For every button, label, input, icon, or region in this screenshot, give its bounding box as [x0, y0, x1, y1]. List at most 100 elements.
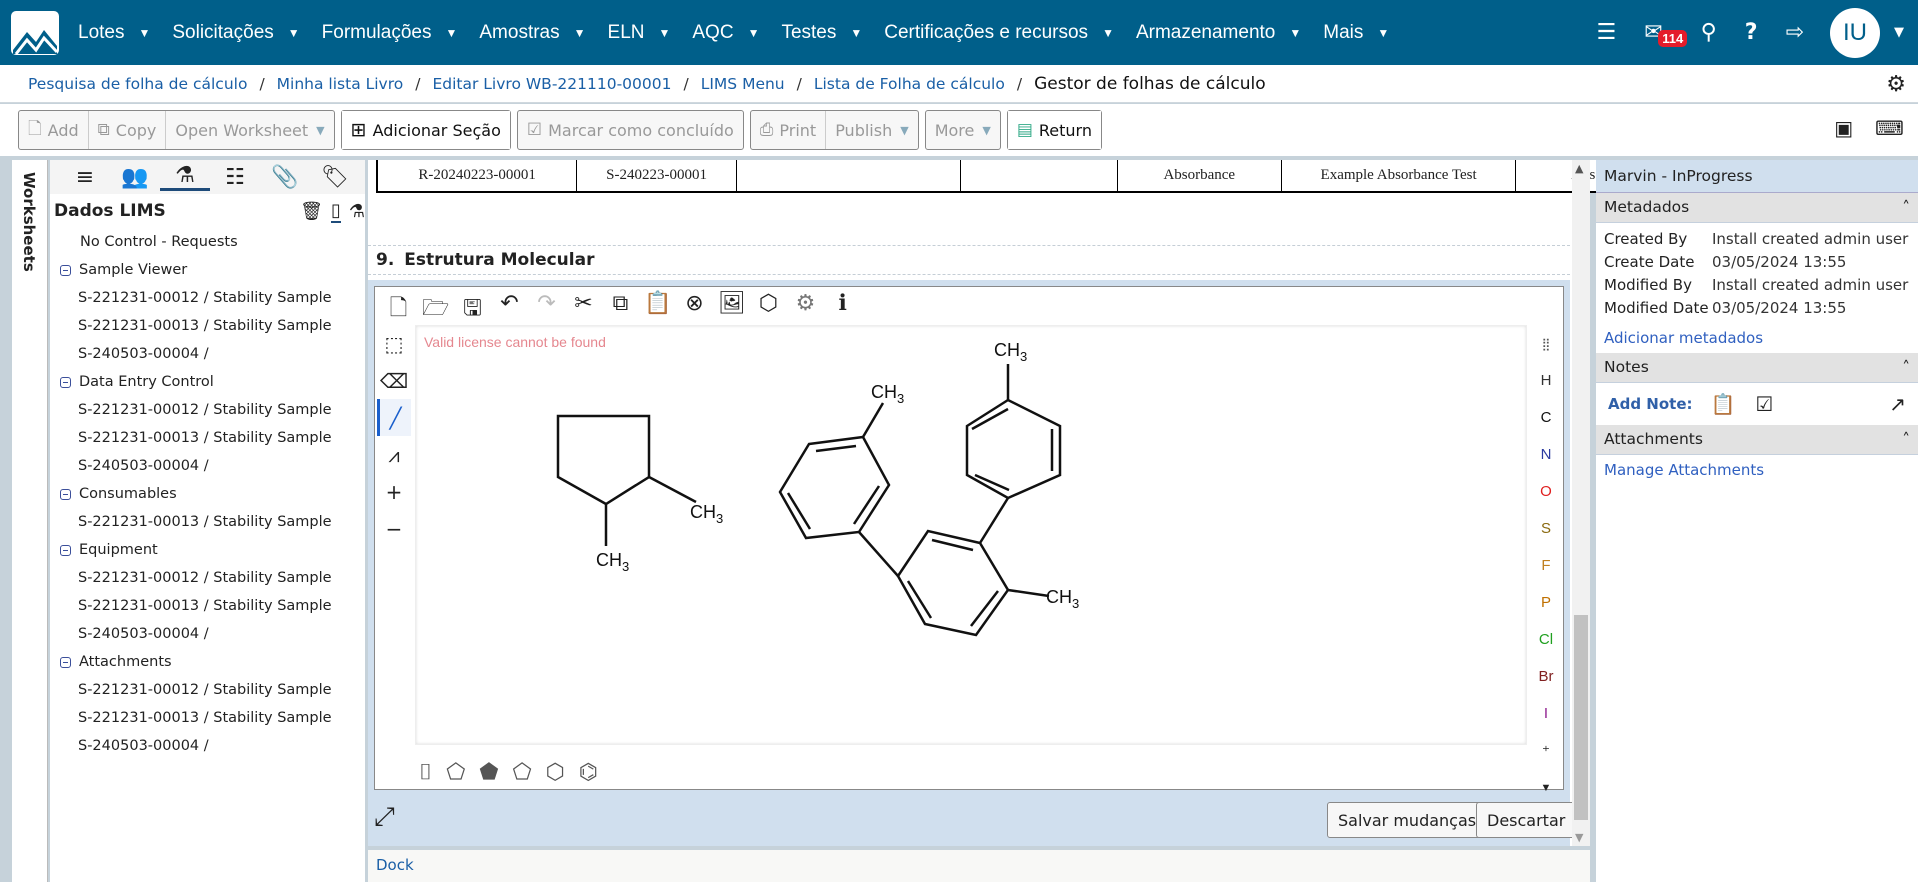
tree-group[interactable]: Sample Viewer [50, 256, 365, 284]
bracket-template-icon[interactable]: ⌷ [419, 760, 432, 785]
element-p-button[interactable]: P [1541, 584, 1551, 621]
tree-group[interactable]: Consumables [50, 480, 365, 508]
search-icon[interactable]: ⚲ [1701, 20, 1717, 45]
discard-button[interactable]: Descartar [1476, 802, 1577, 838]
eraser-icon[interactable]: ⌫ [377, 362, 411, 399]
tree-item[interactable]: S-240503-00004 / [50, 732, 365, 760]
cyclohexane-template-icon[interactable]: ⬡ [546, 760, 565, 785]
worksheets-side-tab[interactable]: Worksheets [12, 160, 48, 882]
zoom-clear-icon[interactable]: ⊗ [681, 291, 708, 329]
paste-icon[interactable]: 📋 [644, 291, 671, 329]
copy-button[interactable]: ⧉ Copy [89, 111, 167, 149]
dock-link[interactable]: Dock [368, 850, 1590, 882]
settings-gear-icon[interactable]: ⚙ [1886, 72, 1906, 97]
collapse-icon[interactable] [60, 264, 71, 276]
drawing-canvas[interactable]: Valid license cannot be found CH3 CH3 CH… [415, 325, 1527, 745]
pyrrole-template-icon[interactable]: ⬠ [446, 760, 465, 785]
main-scrollbar[interactable]: ▲ ▼ [1572, 160, 1590, 846]
single-bond-tool-icon[interactable]: ╱ [377, 399, 411, 436]
tree-item[interactable]: S-221231-00013 / Stability Sample [50, 704, 365, 732]
nav-item-4[interactable]: ELN ▼ [608, 22, 671, 44]
add-section-button[interactable]: ⊞ Adicionar Seção [341, 111, 510, 149]
breadcrumb-link[interactable]: Minha lista Livro [277, 75, 404, 93]
more-button[interactable]: More ▼ [926, 111, 1000, 149]
clipboard-check-icon[interactable]: ☑ [1755, 392, 1773, 416]
element-s-button[interactable]: S [1541, 510, 1551, 547]
tablet-icon[interactable]: ▯ [330, 200, 341, 223]
cyclopentane-template-icon[interactable]: ⬠ [512, 760, 531, 785]
nav-item-2[interactable]: Formulações ▼ [322, 22, 458, 44]
attachments-section-header[interactable]: Attachments ˄ [1596, 425, 1918, 455]
tree-item[interactable]: S-221231-00013 / Stability Sample [50, 508, 365, 536]
save-changes-button[interactable]: Salvar mudanças [1327, 802, 1488, 838]
trash-icon[interactable]: 🗑 [300, 201, 323, 222]
breadcrumb-link[interactable]: Lista de Folha de cálculo [814, 75, 1005, 93]
help-icon[interactable]: ? [1745, 20, 1758, 45]
user-avatar[interactable]: IU [1830, 7, 1880, 58]
tree-item[interactable]: S-221231-00013 / Stability Sample [50, 312, 365, 340]
mail-icon[interactable]: ✉ 114 [1644, 20, 1688, 47]
collapse-chevron-icon[interactable]: ˄ [1902, 198, 1910, 217]
more-elements-icon[interactable]: ⁺ [1542, 732, 1550, 769]
tree-item[interactable]: S-240503-00004 / [50, 620, 365, 648]
info-icon[interactable]: ℹ [829, 291, 856, 329]
image-icon[interactable]: 🖼 [718, 291, 746, 329]
collapse-icon[interactable] [60, 656, 71, 668]
tree-item[interactable]: S-221231-00013 / Stability Sample [50, 424, 365, 452]
nav-item-9[interactable]: Mais ▼ [1323, 22, 1389, 44]
numbered-list-icon[interactable]: ≡ [60, 165, 110, 190]
users-group-icon[interactable]: 👥 [110, 165, 160, 190]
decrease-charge-icon[interactable]: − [377, 510, 411, 547]
publish-button[interactable]: Publish ▼ [826, 111, 918, 149]
tree-item[interactable]: S-221231-00013 / Stability Sample [50, 592, 365, 620]
tree-group[interactable]: Attachments [50, 648, 365, 676]
metadata-section-header[interactable]: Metadados ˄ [1596, 193, 1918, 223]
undo-icon[interactable]: ↶ [496, 291, 523, 329]
chain-tool-icon[interactable]: ⩘ [377, 436, 411, 473]
scroll-elements-down-icon[interactable]: ▼ [1541, 769, 1552, 806]
flask-icon[interactable]: ⚗ [160, 163, 210, 191]
hamburger-menu-icon[interactable]: ☰ [1597, 20, 1617, 45]
tree-item[interactable]: S-221231-00012 / Stability Sample [50, 676, 365, 704]
element-h-button[interactable]: H [1541, 362, 1552, 399]
nav-item-1[interactable]: Solicitações ▼ [172, 22, 299, 44]
tree-item[interactable]: S-221231-00012 / Stability Sample [50, 396, 365, 424]
benzene-template-icon[interactable]: ⌬ [579, 760, 598, 785]
tree-group[interactable]: Equipment [50, 536, 365, 564]
add-button[interactable]: 🗋 Add [19, 111, 89, 149]
nav-item-6[interactable]: Testes ▼ [781, 22, 862, 44]
manage-attachments-link[interactable]: Manage Attachments [1596, 455, 1918, 485]
element-i-button[interactable]: I [1544, 695, 1548, 732]
element-n-button[interactable]: N [1541, 436, 1552, 473]
paperclip-icon[interactable]: 📎 [260, 165, 310, 190]
tag-icon[interactable]: 🏷 [310, 165, 360, 190]
3d-cube-icon[interactable]: ⬡ [755, 291, 782, 329]
form-layout-icon[interactable]: ☷ [210, 165, 260, 190]
element-c-button[interactable]: C [1541, 399, 1552, 436]
return-button[interactable]: ▤ Return [1007, 111, 1101, 149]
select-tool-icon[interactable]: ⬚ [377, 325, 411, 362]
settings-icon[interactable]: ⚙ [792, 291, 819, 329]
collapse-icon[interactable] [60, 376, 71, 388]
new-document-icon[interactable]: 🗋 [385, 291, 412, 329]
element-o-button[interactable]: O [1540, 473, 1552, 510]
save-icon[interactable]: 🖫 [459, 291, 486, 329]
clipboard-icon[interactable]: 📋 [1711, 392, 1736, 416]
collapse-icon[interactable] [60, 488, 71, 500]
nav-item-5[interactable]: AQC ▼ [692, 22, 759, 44]
tree-group[interactable]: Data Entry Control [50, 368, 365, 396]
user-menu-caret-icon[interactable]: ▼ [1894, 25, 1904, 40]
nav-item-0[interactable]: Lotes ▼ [78, 22, 150, 44]
layout-panel-icon[interactable]: ▣ [1834, 116, 1853, 140]
expand-fullscreen-icon[interactable]: ⤢ [374, 802, 395, 833]
element-br-button[interactable]: Br [1539, 658, 1554, 695]
scroll-up-icon[interactable]: ▲ [1575, 162, 1583, 175]
open-worksheet-button[interactable]: Open Worksheet ▼ [166, 111, 333, 149]
collapse-chevron-icon[interactable]: ˄ [1902, 358, 1910, 377]
open-folder-icon[interactable]: 🗁 [422, 291, 449, 329]
logout-icon[interactable]: ⇨ [1786, 20, 1804, 45]
breadcrumb-link[interactable]: Editar Livro WB-221110-00001 [432, 75, 671, 93]
breadcrumb-link[interactable]: LIMS Menu [701, 75, 785, 93]
element-cl-button[interactable]: Cl [1539, 621, 1553, 658]
external-edit-icon[interactable]: ↗ [1889, 392, 1906, 416]
